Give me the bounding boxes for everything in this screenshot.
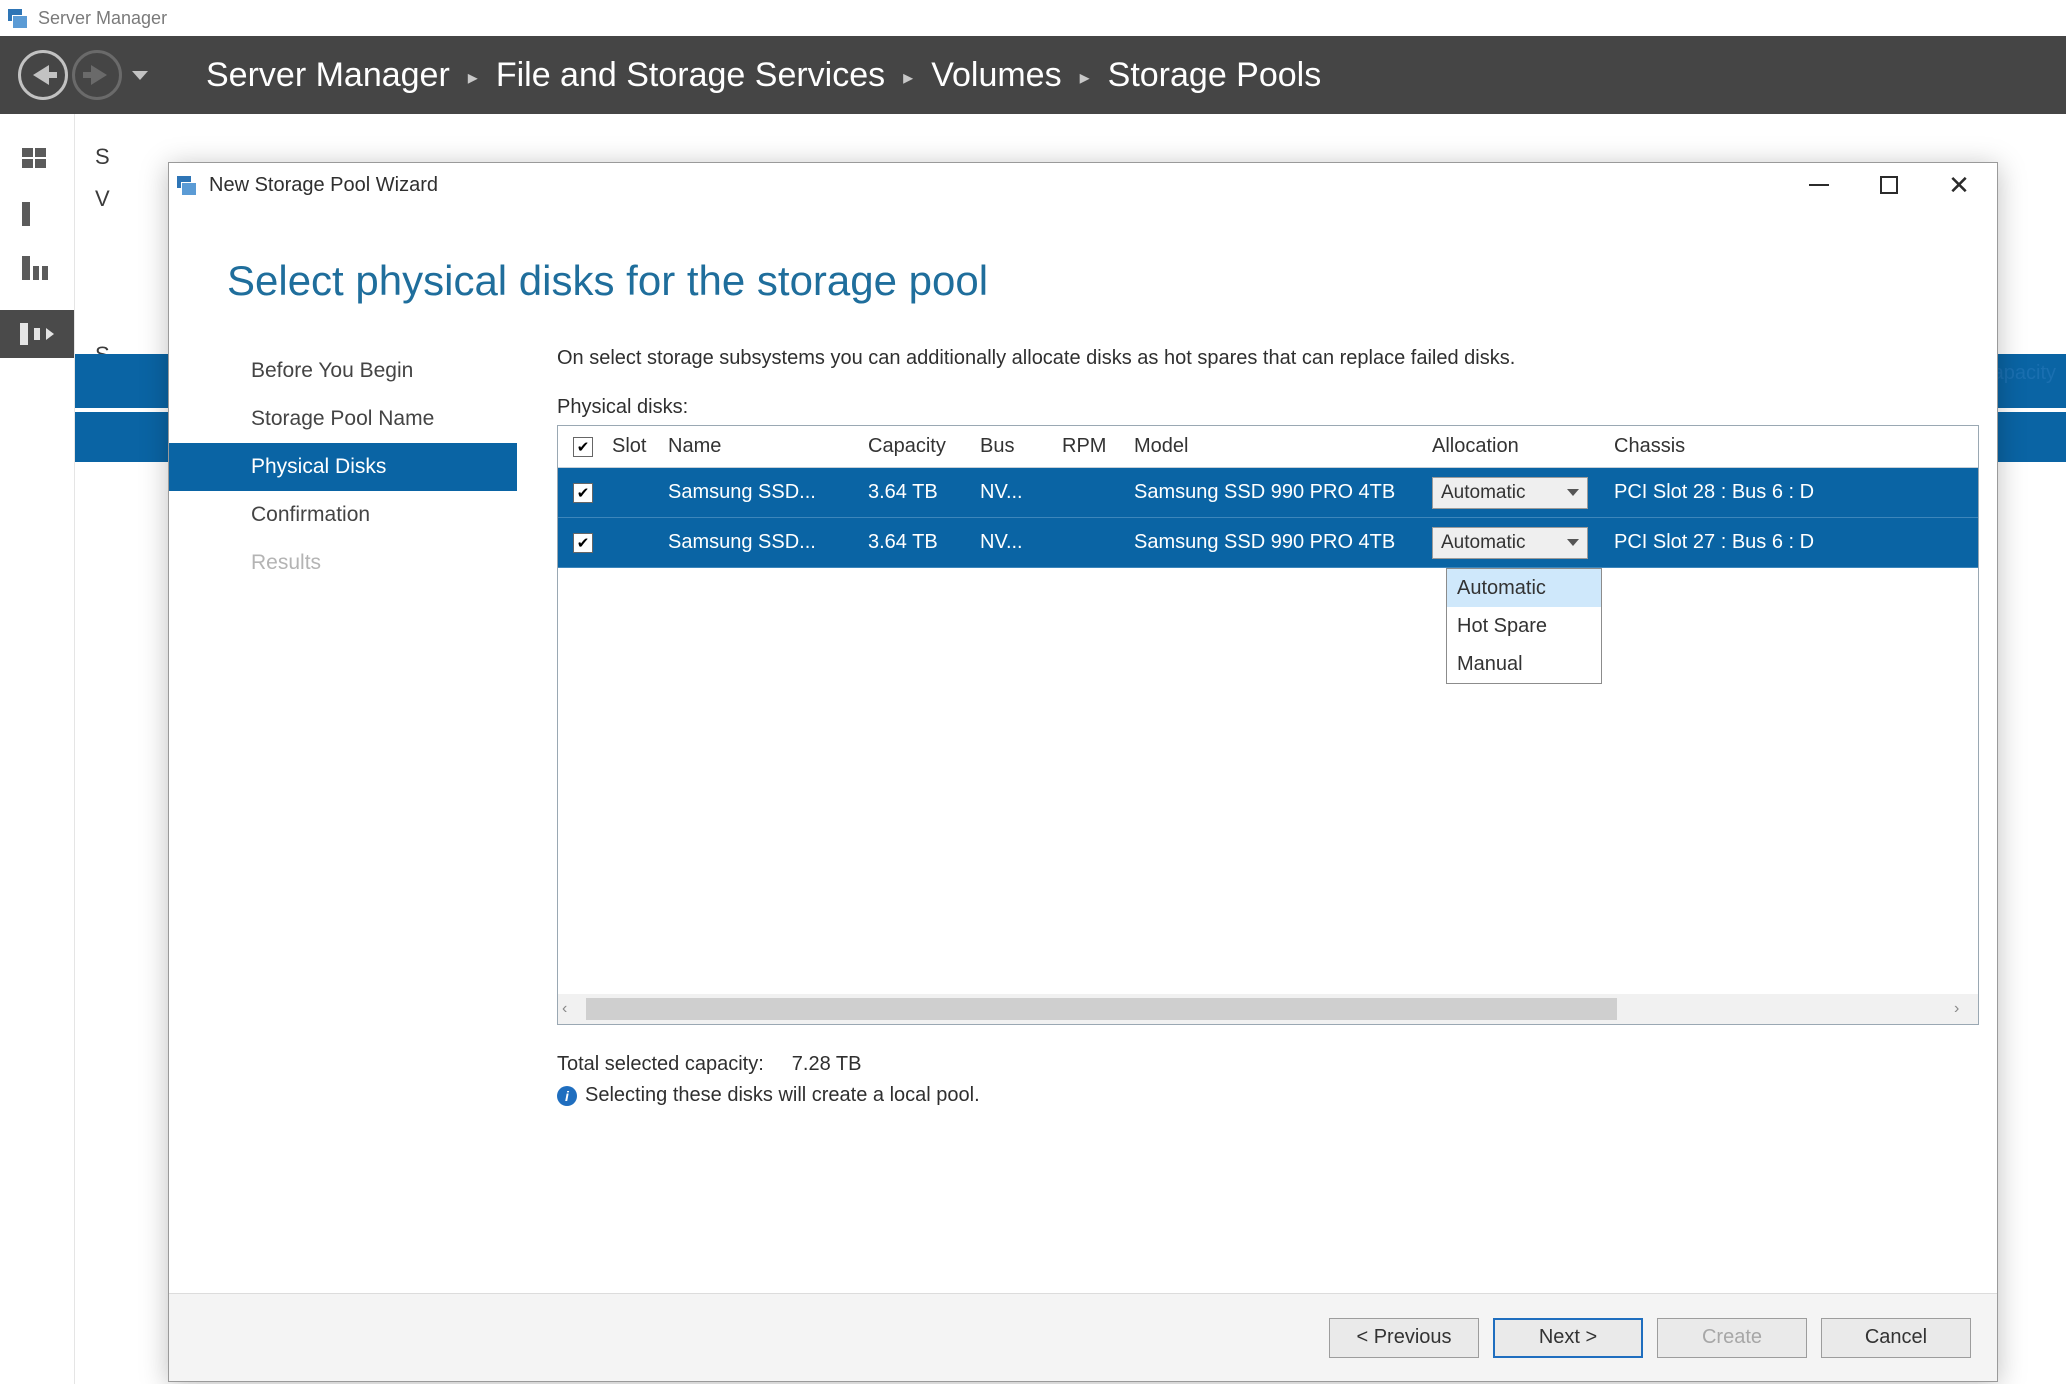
maximize-button[interactable] (1875, 171, 1903, 199)
physical-disks-label: Physical disks: (557, 396, 1979, 419)
chevron-down-icon (1567, 539, 1579, 546)
select-all-checkbox[interactable] (573, 437, 593, 457)
chevron-right-icon (46, 328, 54, 340)
close-icon: ✕ (1948, 175, 1970, 195)
chevron-right-icon: ▸ (1080, 65, 1090, 90)
bg-column-fragment: apacity (1993, 362, 2056, 385)
total-capacity-row: Total selected capacity: 7.28 TB (557, 1053, 1979, 1076)
info-row: i Selecting these disks will create a lo… (557, 1084, 1979, 1107)
breadcrumb-item[interactable]: Storage Pools (1108, 56, 1322, 95)
cell-capacity: 3.64 TB (868, 531, 980, 554)
icon-rail (0, 114, 75, 1384)
create-button: Create (1657, 1318, 1807, 1358)
wizard-nav-physical-disks[interactable]: Physical Disks (169, 443, 517, 491)
info-text: Selecting these disks will create a loca… (585, 1084, 980, 1107)
row-checkbox[interactable] (573, 483, 593, 503)
arrow-left-icon (33, 65, 49, 85)
wizard-titlebar: New Storage Pool Wizard ✕ (169, 163, 1997, 207)
forward-button[interactable] (72, 50, 122, 100)
cancel-button[interactable]: Cancel (1821, 1318, 1971, 1358)
next-button[interactable]: Next > (1493, 1318, 1643, 1358)
wizard-nav: Before You Begin Storage Pool Name Physi… (169, 341, 517, 1293)
wizard-heading: Select physical disks for the storage po… (169, 207, 1997, 341)
server-manager-icon (177, 176, 199, 194)
wizard-footer: < Previous Next > Create Cancel (169, 1293, 1997, 1381)
wizard-title: New Storage Pool Wizard (209, 174, 438, 197)
column-rpm[interactable]: RPM (1062, 435, 1134, 458)
table-empty-area (558, 568, 1978, 994)
allocation-option-manual[interactable]: Manual (1447, 645, 1601, 683)
cell-name: Samsung SSD... (668, 481, 868, 504)
wizard-nav-results: Results (169, 539, 517, 587)
wizard-nav-confirmation[interactable]: Confirmation (169, 491, 517, 539)
wizard-nav-storage-pool-name[interactable]: Storage Pool Name (169, 395, 517, 443)
scroll-left-icon[interactable]: ‹ (562, 1000, 582, 1018)
column-chassis[interactable]: Chassis (1602, 435, 1978, 458)
minimize-button[interactable] (1805, 171, 1833, 199)
scrollbar-thumb[interactable] (586, 998, 1617, 1020)
chevron-right-icon: ▸ (468, 65, 478, 90)
close-button[interactable]: ✕ (1945, 171, 1973, 199)
allocation-select[interactable]: Automatic (1432, 527, 1588, 559)
wizard-description: On select storage subsystems you can add… (557, 347, 1979, 370)
allocation-option-automatic[interactable]: Automatic (1447, 569, 1601, 607)
column-capacity[interactable]: Capacity (868, 435, 980, 458)
header-bar: Server Manager ▸ File and Storage Servic… (0, 36, 2066, 114)
cell-chassis: PCI Slot 28 : Bus 6 : D (1602, 481, 1978, 504)
allocation-option-hot-spare[interactable]: Hot Spare (1447, 607, 1601, 645)
table-row[interactable]: Samsung SSD... 3.64 TB NV... Samsung SSD… (558, 518, 1978, 568)
column-model[interactable]: Model (1134, 435, 1432, 458)
cell-model: Samsung SSD 990 PRO 4TB (1134, 531, 1432, 554)
cell-chassis: PCI Slot 27 : Bus 6 : D (1602, 531, 1978, 554)
table-row[interactable]: Samsung SSD... 3.64 TB NV... Samsung SSD… (558, 468, 1978, 518)
allocation-select[interactable]: Automatic (1432, 477, 1588, 509)
allocation-value: Automatic (1441, 532, 1525, 554)
column-allocation[interactable]: Allocation (1432, 435, 1602, 458)
scroll-right-icon[interactable]: › (1954, 1000, 1974, 1018)
column-bus[interactable]: Bus (980, 435, 1062, 458)
breadcrumb: Server Manager ▸ File and Storage Servic… (206, 56, 1321, 95)
back-button[interactable] (18, 50, 68, 100)
dashboard-icon[interactable] (22, 148, 52, 172)
local-server-icon[interactable] (22, 202, 52, 226)
chevron-right-icon: ▸ (903, 65, 913, 90)
all-servers-icon[interactable] (22, 256, 52, 280)
allocation-value: Automatic (1441, 482, 1525, 504)
cell-bus: NV... (980, 531, 1062, 554)
maximize-icon (1880, 176, 1898, 194)
total-capacity-label: Total selected capacity: (557, 1053, 764, 1076)
total-capacity-value: 7.28 TB (792, 1053, 862, 1076)
row-checkbox[interactable] (573, 533, 593, 553)
wizard-nav-before-you-begin[interactable]: Before You Begin (169, 347, 517, 395)
cell-bus: NV... (980, 481, 1062, 504)
breadcrumb-item[interactable]: File and Storage Services (496, 56, 885, 95)
breadcrumb-item[interactable]: Server Manager (206, 56, 450, 95)
column-slot[interactable]: Slot (608, 435, 668, 458)
server-manager-icon (8, 9, 30, 27)
column-name[interactable]: Name (668, 435, 868, 458)
breadcrumb-item[interactable]: Volumes (931, 56, 1061, 95)
chevron-down-icon (1567, 489, 1579, 496)
cell-name: Samsung SSD... (668, 531, 868, 554)
allocation-dropdown: Automatic Hot Spare Manual (1446, 568, 1602, 684)
minimize-icon (1809, 184, 1829, 186)
arrow-right-icon (91, 65, 107, 85)
file-storage-icon[interactable] (0, 310, 74, 358)
physical-disks-table: Slot Name Capacity Bus RPM Model Allocat… (557, 425, 1979, 1025)
info-icon: i (557, 1086, 577, 1106)
previous-button[interactable]: < Previous (1329, 1318, 1479, 1358)
app-titlebar: Server Manager (0, 0, 2066, 36)
horizontal-scrollbar[interactable]: ‹ › (558, 994, 1978, 1024)
history-dropdown[interactable] (132, 71, 148, 80)
nav-controls (18, 50, 148, 100)
new-storage-pool-wizard: New Storage Pool Wizard ✕ Select physica… (168, 162, 1998, 1382)
table-header: Slot Name Capacity Bus RPM Model Allocat… (558, 426, 1978, 468)
wizard-main: On select storage subsystems you can add… (517, 341, 1997, 1293)
cell-capacity: 3.64 TB (868, 481, 980, 504)
app-title: Server Manager (38, 8, 167, 29)
cell-model: Samsung SSD 990 PRO 4TB (1134, 481, 1432, 504)
